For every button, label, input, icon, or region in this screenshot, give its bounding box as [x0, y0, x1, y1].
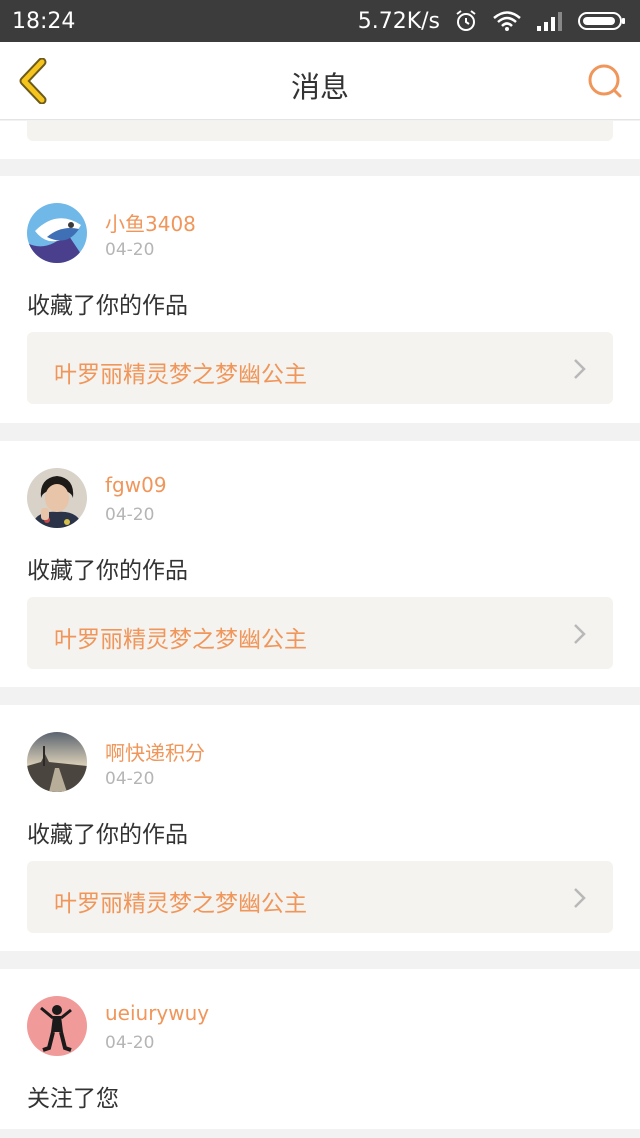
list-item-partial — [0, 121, 640, 159]
net-speed: 5.72K/s — [357, 8, 440, 34]
message-list[interactable]: 小鱼3408 04-20 收藏了你的作品 叶罗丽精灵梦之梦幽公主 fgw09 0… — [0, 121, 640, 1138]
username[interactable]: fgw09 — [105, 473, 167, 497]
work-link[interactable]: 叶罗丽精灵梦之梦幽公主 — [27, 332, 613, 404]
alarm-icon — [454, 9, 478, 33]
page-title: 消息 — [290, 70, 349, 104]
message-date: 04-20 — [105, 1033, 155, 1053]
chevron-right-icon — [574, 359, 586, 379]
signal-icon — [536, 10, 564, 32]
action-text: 收藏了你的作品 — [27, 558, 188, 584]
message-card: 啊快递积分 04-20 收藏了你的作品 叶罗丽精灵梦之梦幽公主 — [0, 705, 640, 951]
battery-icon — [578, 10, 626, 32]
avatar[interactable] — [27, 732, 87, 792]
chevron-right-icon — [574, 624, 586, 644]
work-link-partial[interactable] — [27, 121, 613, 141]
work-title: 叶罗丽精灵梦之梦幽公主 — [54, 627, 307, 653]
username[interactable]: ueiurywuy — [105, 1001, 209, 1025]
chevron-right-icon — [574, 888, 586, 908]
message-card: ueiurywuy 04-20 关注了您 — [0, 969, 640, 1129]
work-link[interactable]: 叶罗丽精灵梦之梦幽公主 — [27, 597, 613, 669]
username[interactable]: 啊快递积分 — [105, 737, 205, 766]
action-text: 收藏了你的作品 — [27, 822, 188, 848]
status-right: 5.72K/s — [358, 9, 626, 34]
status-bar: 18:24 5.72K/s — [0, 0, 640, 42]
message-date: 04-20 — [105, 505, 155, 525]
avatar[interactable] — [27, 468, 87, 528]
search-button[interactable] — [586, 62, 624, 100]
message-date: 04-20 — [105, 240, 155, 260]
navigation-bar: 消息 — [0, 42, 640, 120]
search-icon — [588, 64, 622, 98]
username[interactable]: 小鱼3408 — [105, 208, 196, 237]
work-title: 叶罗丽精灵梦之梦幽公主 — [54, 891, 307, 917]
avatar[interactable] — [27, 996, 87, 1056]
message-card: 小鱼3408 04-20 收藏了你的作品 叶罗丽精灵梦之梦幽公主 — [0, 176, 640, 423]
work-title: 叶罗丽精灵梦之梦幽公主 — [54, 362, 307, 388]
message-card: fgw09 04-20 收藏了你的作品 叶罗丽精灵梦之梦幽公主 — [0, 441, 640, 687]
action-text: 收藏了你的作品 — [27, 293, 188, 319]
status-time: 18:24 — [12, 8, 76, 34]
avatar[interactable] — [27, 203, 87, 263]
work-link[interactable]: 叶罗丽精灵梦之梦幽公主 — [27, 861, 613, 933]
action-text: 关注了您 — [27, 1086, 119, 1112]
message-date: 04-20 — [105, 769, 155, 789]
wifi-icon — [492, 10, 522, 32]
